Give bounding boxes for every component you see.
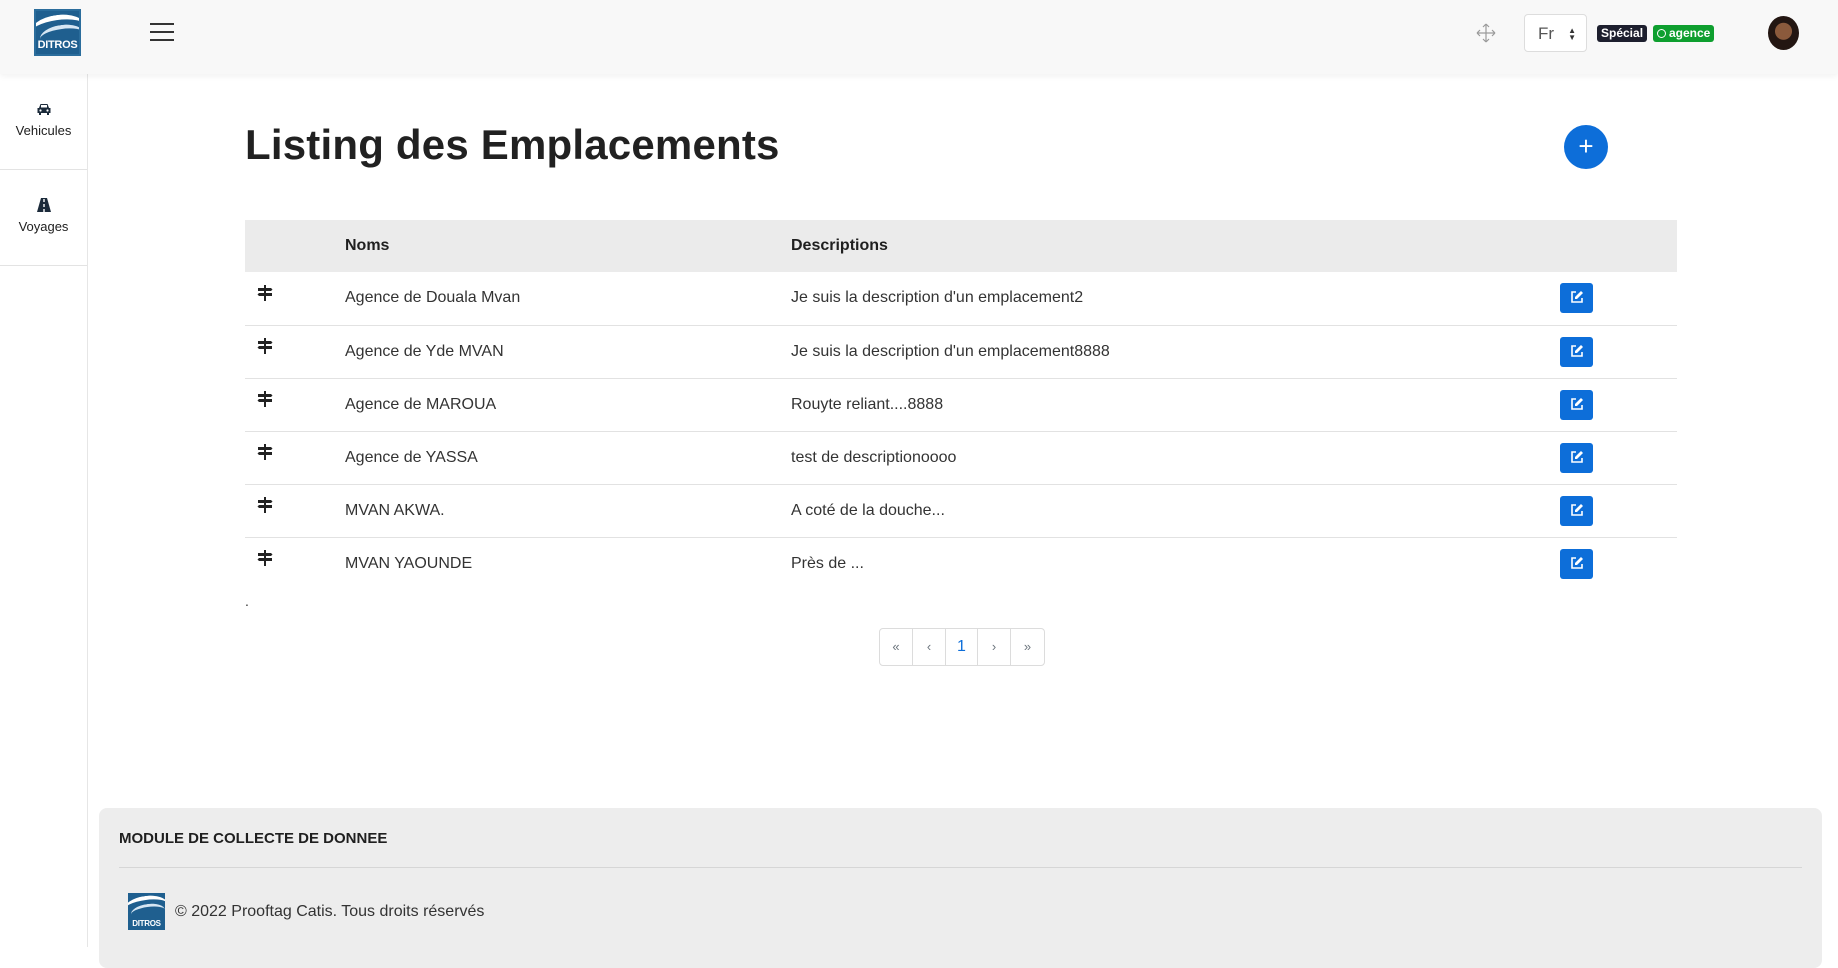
user-avatar[interactable] <box>1768 16 1799 50</box>
edit-icon <box>1570 291 1583 304</box>
cell-nom: MVAN YAOUNDE <box>345 554 473 572</box>
column-header-actions <box>1560 220 1677 272</box>
edit-button[interactable] <box>1560 548 1593 579</box>
cell-description: Rouyte reliant....8888 <box>791 378 1560 432</box>
edit-icon <box>1570 556 1583 569</box>
pagination-next[interactable]: › <box>978 629 1011 665</box>
cell-description: Près de ... <box>791 554 864 572</box>
pagination-last[interactable]: » <box>1011 629 1044 665</box>
sidebar-item-voyages[interactable]: Voyages <box>0 170 87 266</box>
select-arrows-icon: ▲ ▼ <box>1568 26 1576 42</box>
role-badge-agence: agence <box>1653 25 1715 42</box>
sidebar-item-label: Vehicules <box>15 123 72 138</box>
table-header-row: Noms Descriptions <box>245 220 1677 272</box>
edit-button[interactable] <box>1560 495 1593 526</box>
cell-description: Je suis la description d'un emplacement8… <box>791 325 1560 379</box>
signpost-icon <box>257 338 273 354</box>
badge-agence-label: agence <box>1669 26 1711 40</box>
role-badge-special: Spécial <box>1597 25 1648 42</box>
footer-copyright: © 2022 Prooftag Catis. Tous droits réser… <box>175 903 485 920</box>
table-row: Agence de MAROUA Rouyte reliant....8888 <box>245 378 1677 432</box>
cell-description: Je suis la description d'un emplacement2 <box>791 272 1560 326</box>
car-icon <box>37 104 50 115</box>
edit-icon <box>1570 450 1583 463</box>
edit-button[interactable] <box>1560 336 1593 367</box>
edit-button[interactable] <box>1560 442 1593 473</box>
footer-title: MODULE DE COLLECTE DE DONNEE <box>119 830 388 847</box>
column-header-noms[interactable]: Noms <box>345 220 791 272</box>
pagination-page-current[interactable]: 1 <box>946 629 978 665</box>
column-header-descriptions[interactable]: Descriptions <box>791 220 1560 272</box>
signpost-icon <box>257 444 273 460</box>
footer: MODULE DE COLLECTE DE DONNEE DITROS © 20… <box>99 808 1822 968</box>
language-select[interactable]: Fr ▲ ▼ <box>1524 14 1587 52</box>
menu-toggle-icon[interactable] <box>150 23 174 41</box>
footer-logo: DITROS <box>128 893 165 930</box>
table-footer-text: . <box>245 593 249 609</box>
pagination-first[interactable]: « <box>880 629 913 665</box>
cell-nom: Agence de YASSA <box>345 431 791 485</box>
signpost-icon <box>257 284 273 301</box>
table-row: Agence de Yde MVAN Je suis la descriptio… <box>245 325 1677 379</box>
footer-divider <box>119 867 1802 868</box>
table-row: MVAN YAOUNDE Près de ... <box>245 537 1677 590</box>
page-title: Listing des Emplacements <box>245 121 780 168</box>
edit-button[interactable] <box>1560 389 1593 420</box>
table-row: Agence de YASSA test de descriptionoooo <box>245 431 1677 485</box>
edit-icon <box>1570 397 1583 410</box>
edit-icon <box>1570 503 1583 516</box>
top-navbar: DITROS Fr ▲ ▼ Spécial agence <box>0 0 1838 74</box>
emplacements-table: Noms Descriptions Agence de Douala Mvan … <box>245 220 1677 590</box>
signpost-icon <box>257 550 273 567</box>
pagination: « ‹ 1 › » <box>879 628 1045 666</box>
logo-text: DITROS <box>37 39 78 51</box>
footer-logo-text: DITROS <box>132 919 161 928</box>
table-row: MVAN AKWA. A coté de la douche... <box>245 484 1677 538</box>
sidebar: Vehicules Voyages <box>0 74 88 947</box>
user-icon <box>1657 29 1666 38</box>
sidebar-item-label: Voyages <box>18 219 69 234</box>
cell-nom: MVAN AKWA. <box>345 484 791 538</box>
add-emplacement-button[interactable]: + <box>1564 125 1608 169</box>
edit-icon <box>1570 344 1583 357</box>
fullscreen-icon[interactable] <box>1476 23 1496 43</box>
cell-nom: Agence de Yde MVAN <box>345 325 791 379</box>
cell-description: A coté de la douche... <box>791 484 1560 538</box>
road-icon <box>36 198 51 212</box>
ditros-logo[interactable]: DITROS <box>34 9 81 56</box>
signpost-icon <box>257 497 273 513</box>
cell-description: test de descriptionoooo <box>791 431 1560 485</box>
edit-button[interactable] <box>1560 283 1593 314</box>
pagination-prev[interactable]: ‹ <box>913 629 946 665</box>
table-row: Agence de Douala Mvan Je suis la descrip… <box>245 272 1677 326</box>
column-header-icon <box>245 220 345 272</box>
cell-nom: Agence de Douala Mvan <box>345 272 791 326</box>
sidebar-item-vehicules[interactable]: Vehicules <box>0 74 87 170</box>
language-value: Fr <box>1538 24 1555 43</box>
cell-nom: Agence de MAROUA <box>345 378 791 432</box>
signpost-icon <box>257 391 273 407</box>
